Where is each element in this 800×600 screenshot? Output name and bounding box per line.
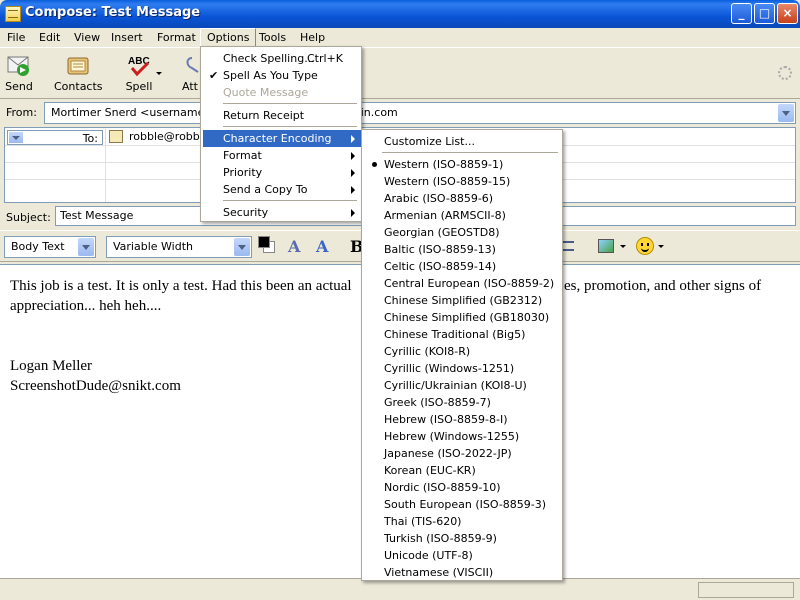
menu-item-format[interactable]: Format	[203, 147, 361, 164]
send-icon	[6, 54, 32, 78]
menu-options[interactable]: Options	[200, 28, 257, 47]
maximize-button[interactable]: □	[754, 3, 775, 24]
submenu-arrow-icon	[351, 152, 355, 160]
insert-image-icon[interactable]	[598, 239, 614, 253]
from-label: From:	[6, 106, 37, 119]
subject-label: Subject:	[6, 211, 51, 224]
encoding-item[interactable]: Chinese Simplified (GB18030)	[364, 309, 562, 326]
body-text-line-1b: es, promotion, and other signs of	[564, 278, 762, 294]
chevron-down-icon[interactable]	[234, 238, 250, 256]
close-button[interactable]: ×	[777, 3, 798, 24]
encoding-item[interactable]: Japanese (ISO-2022-JP)	[364, 445, 562, 462]
encoding-item[interactable]: Nordic (ISO-8859-10)	[364, 479, 562, 496]
menu-item-quote-message: Quote Message	[223, 86, 309, 99]
main-toolbar: Send Contacts ABC Spell Att	[0, 47, 800, 99]
compose-app-icon	[5, 6, 21, 22]
spell-button[interactable]: ABC Spell	[122, 54, 156, 98]
submenu-arrow-icon	[351, 135, 355, 143]
encoding-item[interactable]: Greek (ISO-8859-7)	[364, 394, 562, 411]
spell-dropdown-arrow[interactable]	[156, 72, 162, 75]
options-menu: Check Spelling... Ctrl+K ✔ Spell As You …	[200, 46, 362, 222]
encoding-item[interactable]: Cyrillic/Ukrainian (KOI8-U)	[364, 377, 562, 394]
encoding-item[interactable]: Chinese Simplified (GB2312)	[364, 292, 562, 309]
paperclip-icon	[180, 54, 200, 78]
encoding-item[interactable]: Central European (ISO-8859-2)	[364, 275, 562, 292]
chevron-down-icon[interactable]	[78, 238, 94, 256]
character-encoding-submenu: Customize List... Western (ISO-8859-1) We…	[361, 129, 563, 581]
smiley-dropdown-arrow[interactable]	[658, 245, 664, 248]
contacts-button[interactable]: Contacts	[54, 54, 103, 98]
encoding-item[interactable]: Cyrillic (Windows-1251)	[364, 360, 562, 377]
menu-item-send-copy-to[interactable]: Send a Copy To	[203, 181, 361, 198]
encoding-item[interactable]: Cyrillic (KOI8-R)	[364, 343, 562, 360]
menu-file[interactable]: File	[1, 28, 31, 47]
encoding-item[interactable]: Western (ISO-8859-1)	[364, 156, 562, 173]
signature-name: Logan Meller	[10, 358, 93, 374]
menu-item-character-encoding[interactable]: Character Encoding	[203, 130, 361, 147]
menu-edit[interactable]: Edit	[33, 28, 66, 47]
larger-font-icon[interactable]: A	[316, 237, 328, 256]
text-color-picker[interactable]	[258, 236, 276, 254]
insert-dropdown-arrow[interactable]	[620, 245, 626, 248]
title-bar: Compose: Test Message _ □ ×	[0, 0, 800, 28]
window-title: Compose: Test Message	[25, 5, 201, 20]
address-book-icon	[109, 130, 123, 143]
menu-item-customize-list[interactable]: Customize List...	[364, 133, 562, 150]
submenu-arrow-icon	[351, 169, 355, 177]
chevron-down-icon[interactable]	[778, 104, 794, 122]
encoding-item[interactable]: Arabic (ISO-8859-6)	[364, 190, 562, 207]
body-text-line-1a: This job is a test. It is only a test. H…	[10, 278, 352, 294]
menu-insert[interactable]: Insert	[105, 28, 149, 47]
radio-bullet-icon	[372, 162, 377, 167]
to-address-value[interactable]: robble@robble	[129, 130, 210, 143]
activity-throbber-icon	[778, 66, 792, 80]
smiley-icon[interactable]	[636, 237, 654, 255]
menu-item-spell-as-you-type[interactable]: ✔ Spell As You Type	[203, 67, 361, 84]
submenu-arrow-icon	[351, 209, 355, 217]
encoding-item[interactable]: Korean (EUC-KR)	[364, 462, 562, 479]
menu-tools[interactable]: Tools	[253, 28, 292, 47]
encoding-item[interactable]: Western (ISO-8859-15)	[364, 173, 562, 190]
menu-bar: File Edit View Insert Format Options Too…	[0, 28, 800, 47]
encoding-item[interactable]: Turkish (ISO-8859-9)	[364, 530, 562, 547]
encoding-item[interactable]: Georgian (GEOSTD8)	[364, 224, 562, 241]
body-text-line-2: appreciation... heh heh....	[10, 298, 162, 314]
menu-item-security[interactable]: Security	[203, 204, 361, 221]
from-value: Mortimer Snerd <username@d	[51, 106, 223, 119]
encoding-item[interactable]: Unicode (UTF-8)	[364, 547, 562, 564]
contacts-icon	[65, 54, 91, 78]
encoding-item[interactable]: Baltic (ISO-8859-13)	[364, 241, 562, 258]
attach-button[interactable]: Att	[180, 54, 200, 98]
from-select[interactable]: Mortimer Snerd <username@d ain.com	[44, 102, 796, 124]
encoding-item[interactable]: Hebrew (Windows-1255)	[364, 428, 562, 445]
menu-item-priority[interactable]: Priority	[203, 164, 361, 181]
menu-view[interactable]: View	[68, 28, 106, 47]
paragraph-style-select[interactable]: Body Text	[4, 236, 96, 258]
menu-item-return-receipt[interactable]: Return Receipt	[203, 107, 361, 124]
spell-check-icon: ABC	[126, 54, 152, 78]
status-pane	[698, 582, 794, 598]
font-select[interactable]: Variable Width	[106, 236, 252, 258]
minimize-button[interactable]: _	[731, 3, 752, 24]
smaller-font-icon[interactable]: A	[288, 237, 300, 256]
encoding-item[interactable]: Celtic (ISO-8859-14)	[364, 258, 562, 275]
menu-help[interactable]: Help	[294, 28, 331, 47]
signature-email: ScreenshotDude@snikt.com	[10, 378, 181, 394]
encoding-item[interactable]: Hebrew (ISO-8859-8-I)	[364, 411, 562, 428]
send-button[interactable]: Send	[2, 54, 36, 98]
menu-item-check-spelling[interactable]: Check Spelling... Ctrl+K	[203, 50, 361, 67]
submenu-arrow-icon	[351, 186, 355, 194]
status-bar	[0, 578, 800, 600]
menu-format[interactable]: Format	[151, 28, 202, 47]
from-row: From: Mortimer Snerd <username@d ain.com	[0, 101, 800, 125]
checkmark-icon: ✔	[209, 69, 219, 82]
encoding-item[interactable]: Vietnamese (VISCII)	[364, 564, 562, 581]
encoding-item[interactable]: Chinese Traditional (Big5)	[364, 326, 562, 343]
recipient-type-select[interactable]: To:	[7, 130, 103, 145]
encoding-item[interactable]: Armenian (ARMSCII-8)	[364, 207, 562, 224]
encoding-item[interactable]: South European (ISO-8859-3)	[364, 496, 562, 513]
encoding-item[interactable]: Thai (TIS-620)	[364, 513, 562, 530]
to-label: To:	[82, 132, 98, 145]
chevron-down-icon[interactable]	[9, 132, 23, 143]
